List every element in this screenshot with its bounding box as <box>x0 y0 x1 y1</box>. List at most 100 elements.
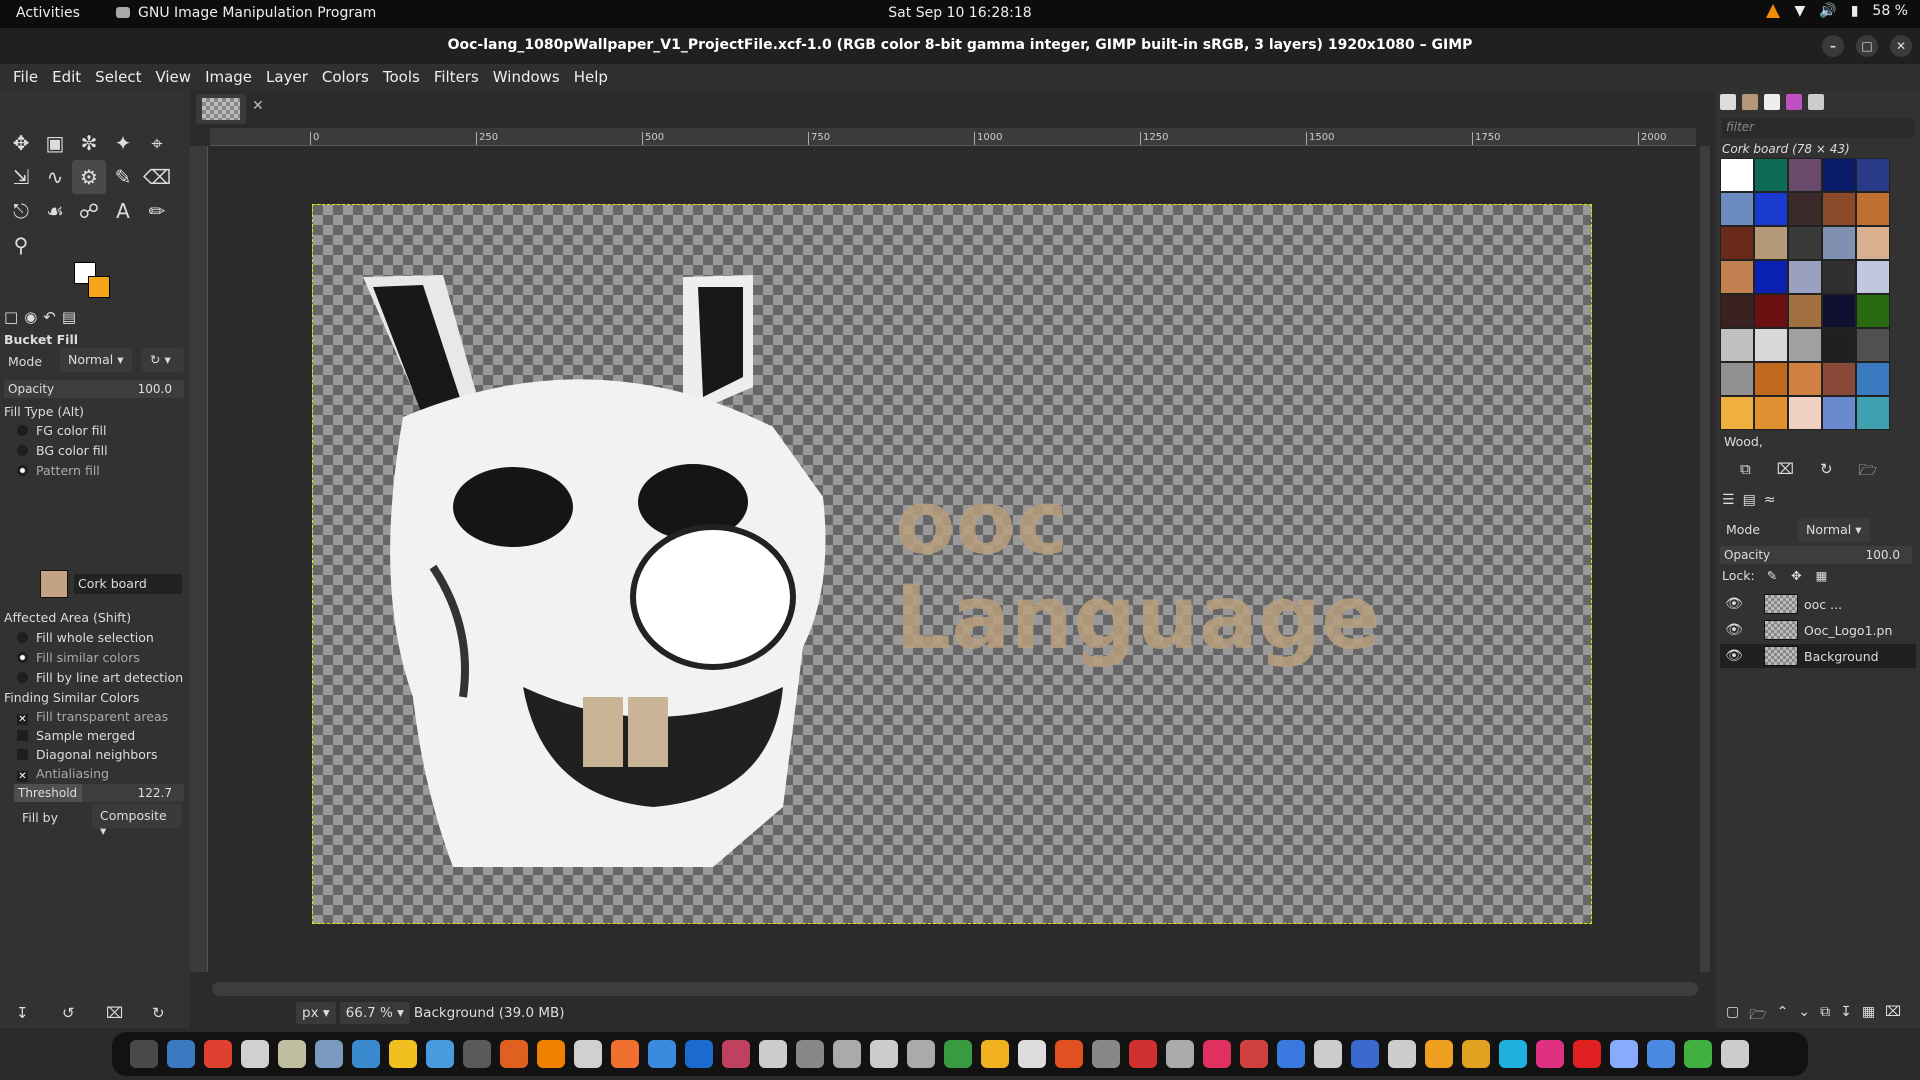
delete-layer-icon[interactable]: ⌧ <box>1885 1004 1901 1028</box>
sample-merged-checkbox[interactable]: Sample merged <box>4 728 135 743</box>
paths-tab-icon[interactable]: ≈ <box>1764 492 1776 508</box>
dock-app-icon[interactable] <box>1536 1040 1564 1068</box>
system-tray[interactable]: ▼ 🔊 ▮ 58 % <box>1766 3 1908 19</box>
pattern-swatch[interactable] <box>40 570 68 598</box>
pattern-swatch[interactable] <box>1788 192 1822 226</box>
dock-app-icon[interactable] <box>500 1040 528 1068</box>
layer-mode-dropdown[interactable]: Normal ▾ <box>1798 518 1870 542</box>
pattern-grid[interactable] <box>1720 158 1890 430</box>
dock-app-icon[interactable] <box>759 1040 787 1068</box>
dock-app-icon[interactable] <box>722 1040 750 1068</box>
image-tab[interactable] <box>196 94 246 124</box>
fill-type-bg[interactable]: BG color fill <box>4 443 108 458</box>
layer-opacity-slider[interactable]: Opacity 100.0 <box>1720 546 1912 564</box>
pattern-swatch[interactable] <box>1754 362 1788 396</box>
dock-app-icon[interactable] <box>1203 1040 1231 1068</box>
gradients-tab-icon[interactable] <box>1786 94 1802 110</box>
dock-app-icon[interactable] <box>981 1040 1009 1068</box>
minimize-icon[interactable]: – <box>1822 35 1844 57</box>
pattern-swatch[interactable] <box>1720 396 1754 430</box>
dock-app-icon[interactable] <box>1240 1040 1268 1068</box>
menu-edit[interactable]: Edit <box>45 64 88 90</box>
menu-windows[interactable]: Windows <box>486 64 567 90</box>
dock-app-icon[interactable] <box>1166 1040 1194 1068</box>
dock-app-icon[interactable] <box>278 1040 306 1068</box>
restore-options-icon[interactable]: ↺ <box>62 1004 75 1022</box>
pattern-swatch[interactable] <box>1720 158 1754 192</box>
dock-app-icon[interactable] <box>315 1040 343 1068</box>
tool-options-tab-icon[interactable]: □ <box>4 308 18 326</box>
rect-select-icon[interactable]: ▣ <box>38 126 72 160</box>
pattern-swatch[interactable] <box>1788 158 1822 192</box>
dock-app-icon[interactable] <box>833 1040 861 1068</box>
menu-tools[interactable]: Tools <box>376 64 427 90</box>
pattern-swatch[interactable] <box>1788 226 1822 260</box>
pattern-swatch[interactable] <box>1822 260 1856 294</box>
affected-whole[interactable]: Fill whole selection <box>4 630 154 645</box>
lock-alpha-icon[interactable]: ▦ <box>1816 568 1828 583</box>
opacity-slider[interactable]: Opacity 100.0 <box>4 380 184 398</box>
fill-by-dropdown[interactable]: Composite ▾ <box>92 804 182 838</box>
eye-icon[interactable]: 👁 <box>1720 622 1748 638</box>
dock-app-icon[interactable] <box>1462 1040 1490 1068</box>
threshold-slider[interactable]: Threshold 122.7 <box>14 784 184 802</box>
diagonal-checkbox[interactable]: Diagonal neighbors <box>4 747 158 762</box>
pattern-swatch[interactable] <box>1788 294 1822 328</box>
pattern-swatch[interactable] <box>1822 396 1856 430</box>
horizontal-ruler[interactable]: 0 250 500 750 1000 1250 1500 1750 2000 <box>210 128 1696 146</box>
dock-app-icon[interactable] <box>352 1040 380 1068</box>
zoom-icon[interactable]: ⚲ <box>4 228 38 262</box>
eye-icon[interactable]: 👁 <box>1720 648 1748 664</box>
pattern-swatch[interactable] <box>1856 294 1890 328</box>
brushes-tab-icon[interactable] <box>1720 94 1736 110</box>
pattern-swatch[interactable] <box>1754 294 1788 328</box>
layers-tab-icon[interactable]: ☰ <box>1722 492 1735 508</box>
color-picker-icon[interactable]: ✏ <box>140 194 174 228</box>
battery-icon[interactable]: ▮ <box>1851 3 1859 19</box>
dock-app-icon[interactable] <box>648 1040 676 1068</box>
brush-name-field[interactable]: Wood, <box>1720 434 1912 452</box>
dock-app-icon[interactable] <box>537 1040 565 1068</box>
dock-app-icon[interactable] <box>167 1040 195 1068</box>
raise-layer-icon[interactable]: ⌃ <box>1777 1004 1789 1028</box>
pattern-swatch[interactable] <box>1720 260 1754 294</box>
menu-help[interactable]: Help <box>567 64 615 90</box>
fill-transparent-checkbox[interactable]: ✕ Fill transparent areas <box>4 709 168 725</box>
pattern-swatch[interactable] <box>1754 396 1788 430</box>
pattern-name[interactable]: Cork board <box>74 574 182 594</box>
eraser-icon[interactable]: ⌫ <box>140 160 174 194</box>
pattern-swatch[interactable] <box>1788 260 1822 294</box>
image-canvas[interactable]: ooc Language <box>312 204 1592 924</box>
pattern-swatch[interactable] <box>1788 362 1822 396</box>
antialias-checkbox[interactable]: ✕ Antialiasing <box>4 766 109 782</box>
bucket-fill-icon[interactable]: ⚙ <box>72 160 106 194</box>
fuzzy-select-icon[interactable]: ✦ <box>106 126 140 160</box>
pattern-swatch[interactable] <box>1754 158 1788 192</box>
images-tab-icon[interactable]: ▤ <box>62 308 76 326</box>
battery-percent[interactable]: 58 % <box>1872 3 1908 19</box>
pattern-swatch[interactable] <box>1720 328 1754 362</box>
lock-position-icon[interactable]: ✥ <box>1791 568 1801 583</box>
new-group-icon[interactable]: 🗁 <box>1749 1004 1766 1028</box>
pattern-filter-input[interactable]: filter <box>1722 118 1914 138</box>
wifi-icon[interactable]: ▼ <box>1794 3 1805 19</box>
dock-app-icon[interactable] <box>870 1040 898 1068</box>
dock-app-icon[interactable] <box>685 1040 713 1068</box>
lasso-icon[interactable]: ✼ <box>72 126 106 160</box>
layer-row-selected[interactable]: 👁 Background <box>1720 644 1916 668</box>
background-color[interactable] <box>88 276 110 298</box>
pattern-swatch[interactable] <box>1720 192 1754 226</box>
text-tool-icon[interactable]: A <box>106 194 140 228</box>
channels-tab-icon[interactable]: ▤ <box>1743 492 1756 508</box>
undo-history-icon[interactable]: ↶ <box>43 308 56 326</box>
text-tab-icon[interactable] <box>1808 94 1824 110</box>
vlc-tray-icon[interactable] <box>1766 4 1781 18</box>
dock-app-icon[interactable] <box>1721 1040 1749 1068</box>
dock-app-icon[interactable] <box>130 1040 158 1068</box>
layer-row[interactable]: 👁 Ooc_Logo1.pn <box>1720 618 1916 642</box>
mask-layer-icon[interactable]: ▦ <box>1862 1004 1875 1028</box>
smudge-icon[interactable]: ☙ <box>38 194 72 228</box>
layer-row[interactable]: 👁 ooc ... <box>1720 592 1916 616</box>
menu-filters[interactable]: Filters <box>427 64 486 90</box>
dock-app-icon[interactable] <box>463 1040 491 1068</box>
